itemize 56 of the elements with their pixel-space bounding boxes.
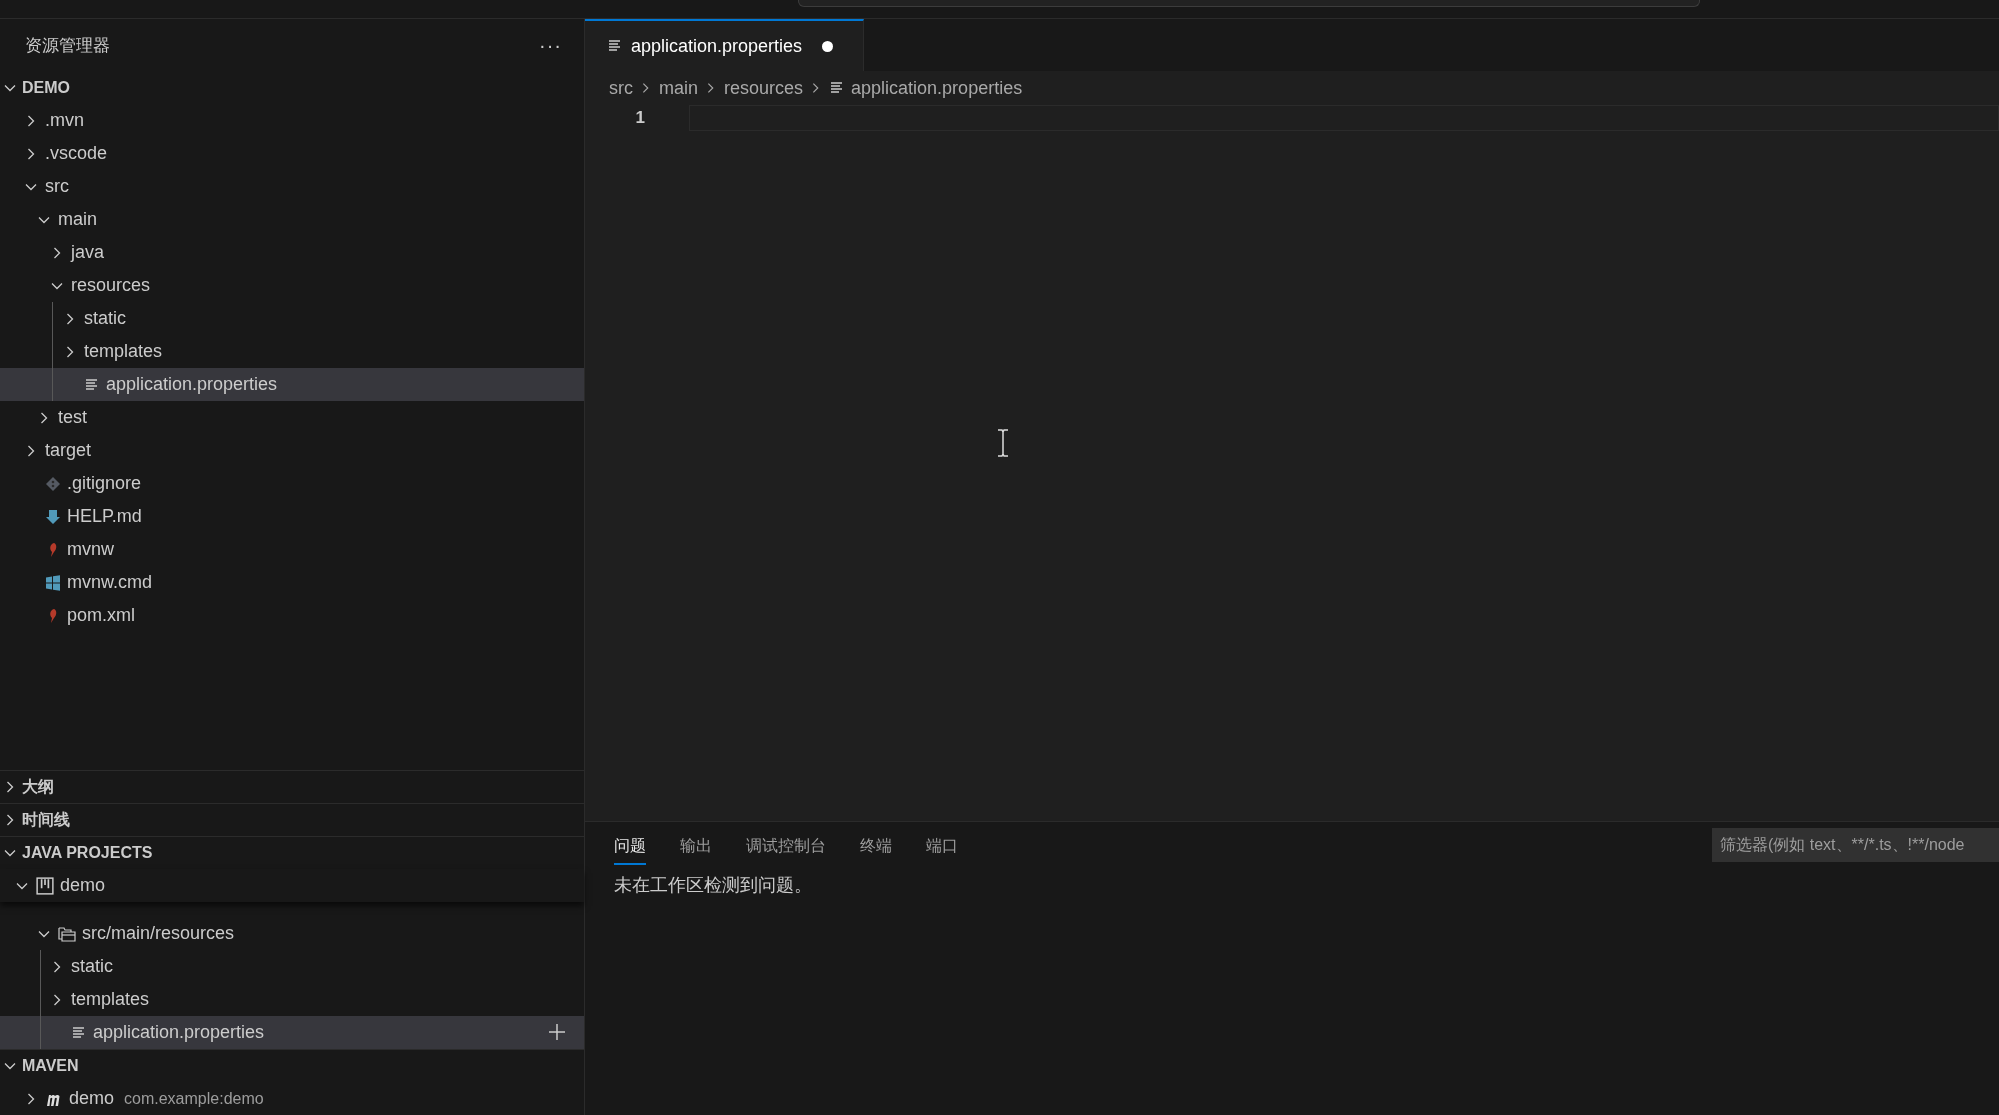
diamond-icon	[45, 475, 61, 492]
tree-item[interactable]: HELP.md	[0, 500, 584, 533]
section-header[interactable]: 时间线	[0, 803, 584, 836]
section-title: 时间线	[22, 809, 70, 830]
text-cursor-icon	[997, 429, 1009, 457]
lines-icon	[71, 1024, 87, 1041]
filter-field[interactable]: 筛选器(例如 text、**/*.ts、!**/node	[1712, 828, 1999, 862]
sidebar-title: 资源管理器	[25, 34, 110, 57]
tree-item[interactable]: .gitignore	[0, 467, 584, 500]
tree-item[interactable]: demo com.example:demo	[0, 1082, 584, 1115]
tree-item[interactable]: java	[0, 236, 584, 269]
lines-icon	[607, 38, 623, 54]
tree-item[interactable]: application.properties	[0, 1016, 584, 1049]
tree-item[interactable]: target	[0, 434, 584, 467]
section-header[interactable]: DEMO	[0, 71, 584, 104]
project-icon	[36, 876, 54, 895]
tree-item[interactable]: .vscode	[0, 137, 584, 170]
panel-tab[interactable]: 终端	[860, 830, 892, 865]
tree-item[interactable]: src/main/resources	[0, 917, 584, 950]
section-title: 大纲	[22, 776, 54, 797]
folder-stack-icon	[58, 925, 76, 942]
section-title: JAVA PROJECTS	[22, 844, 153, 862]
tree-item[interactable]: application.properties	[0, 368, 584, 401]
breadcrumb-item[interactable]: resources	[724, 77, 804, 99]
lines-icon	[84, 376, 100, 393]
breadcrumb-item[interactable]: application.properties	[829, 77, 1023, 99]
panel-tab[interactable]: 输出	[680, 830, 712, 865]
tree-item[interactable]: static	[0, 950, 584, 983]
tree-item[interactable]: .mvn	[0, 104, 584, 137]
breadcrumb-item[interactable]: main	[659, 77, 698, 99]
panel-tab[interactable]: 端口	[926, 830, 958, 865]
breadcrumb-item[interactable]: src	[609, 77, 633, 99]
plus-icon[interactable]	[548, 1023, 566, 1041]
tree-item[interactable]: templates	[0, 335, 584, 368]
editor-tab[interactable]: application.properties	[585, 19, 864, 71]
tree-item[interactable]: main	[0, 203, 584, 236]
section-header[interactable]: MAVEN	[0, 1049, 584, 1082]
down-arrow-icon	[45, 508, 61, 525]
section-header[interactable]: 大纲	[0, 770, 584, 803]
panel-tab[interactable]: 调试控制台	[746, 830, 826, 865]
section-title: DEMO	[22, 78, 70, 97]
tree-item[interactable]: mvnw.cmd	[0, 566, 584, 599]
panel-tab[interactable]: 问题	[614, 830, 646, 865]
tree-item[interactable]: mvnw	[0, 533, 584, 566]
tree-item[interactable]: src	[0, 170, 584, 203]
more-button[interactable]: ···	[539, 33, 562, 57]
line-number: 1	[634, 107, 645, 129]
section-title: MAVEN	[22, 1057, 79, 1075]
tree-item[interactable]: test	[0, 401, 584, 434]
problems-message: 未在工作区检测到问题。	[613, 874, 813, 897]
tree-item[interactable]: demo	[0, 869, 584, 902]
tree-item[interactable]: static	[0, 302, 584, 335]
windows-icon	[45, 574, 61, 591]
tree-item[interactable]: resources	[0, 269, 584, 302]
tree-item[interactable]: templates	[0, 983, 584, 1016]
tree-item[interactable]: pom.xml	[0, 599, 584, 632]
